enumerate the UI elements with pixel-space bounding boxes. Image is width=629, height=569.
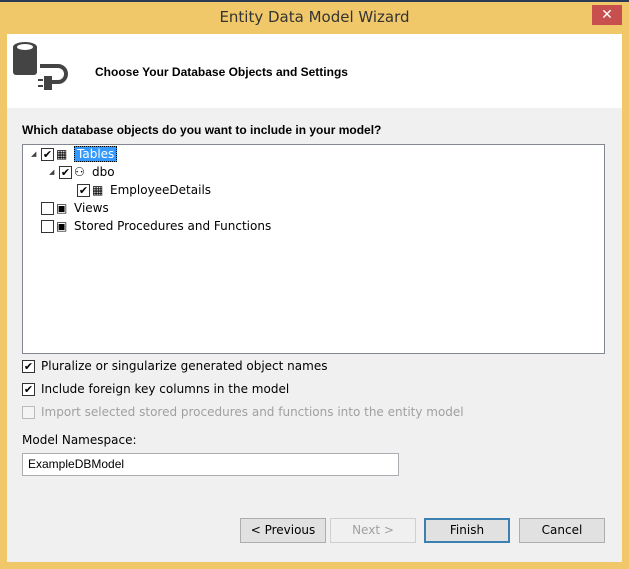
tree-node-views[interactable]: ▣ Views [41,199,109,217]
database-plug-icon [13,42,68,90]
views-checkbox[interactable] [41,201,54,215]
objects-question: Which database objects do you want to in… [22,123,382,137]
foreign-key-checkbox[interactable]: ✔ [22,382,35,396]
database-objects-tree[interactable]: ◢ ✔ ▦ Tables ◢ ✔ ⚇ dbo ✔ ▦ EmployeeDetai… [22,144,605,354]
tree-node-tables[interactable]: ◢ ✔ ▦ Tables [31,145,118,163]
tree-node-employeedetails[interactable]: ✔ ▦ EmployeeDetails [77,181,211,199]
import-procedures-checkbox [22,405,35,419]
pluralize-option[interactable]: ✔ Pluralize or singularize generated obj… [22,359,327,373]
option-label: Pluralize or singularize generated objec… [41,359,328,373]
tree-node-dbo[interactable]: ◢ ✔ ⚇ dbo [49,163,115,181]
tree-node-label: Stored Procedures and Functions [74,219,272,233]
cancel-button[interactable]: Cancel [519,518,605,543]
schema-icon: ⚇ [74,165,85,179]
expand-icon[interactable]: ◢ [31,150,39,158]
tree-node-label: Views [74,201,109,215]
table-icon: ▦ [92,183,104,197]
expand-icon[interactable]: ◢ [49,168,57,176]
finish-button[interactable]: Finish [424,518,510,543]
wizard-header: Choose Your Database Objects and Setting… [7,34,622,108]
next-button: Next > [330,518,416,543]
option-label: Include foreign key columns in the model [41,382,290,396]
top-border [0,0,629,2]
close-button[interactable]: ✕ [592,5,622,25]
page-title: Choose Your Database Objects and Setting… [95,65,348,79]
tree-node-label: dbo [92,165,115,179]
option-label: Import selected stored procedures and fu… [41,405,464,419]
tree-node-label: Tables [74,146,118,162]
procedures-folder-icon: ▣ [56,219,68,233]
model-namespace-input[interactable]: ExampleDBModel [22,453,399,476]
tables-folder-icon: ▦ [56,147,68,161]
stored-procedures-checkbox[interactable] [41,219,54,233]
tables-checkbox[interactable]: ✔ [41,147,54,161]
wizard-body: Choose Your Database Objects and Setting… [7,34,622,562]
tree-node-stored-procedures[interactable]: ▣ Stored Procedures and Functions [41,217,271,235]
window-title: Entity Data Model Wizard [219,8,410,26]
tree-node-label: EmployeeDetails [110,183,212,197]
employeedetails-checkbox[interactable]: ✔ [77,183,90,197]
import-procedures-option: Import selected stored procedures and fu… [22,405,464,419]
namespace-label: Model Namespace: [22,433,137,447]
views-folder-icon: ▣ [56,201,68,215]
pluralize-checkbox[interactable]: ✔ [22,359,35,373]
dbo-checkbox[interactable]: ✔ [59,165,72,179]
foreign-key-option[interactable]: ✔ Include foreign key columns in the mod… [22,382,289,396]
previous-button[interactable]: < Previous [240,518,326,543]
